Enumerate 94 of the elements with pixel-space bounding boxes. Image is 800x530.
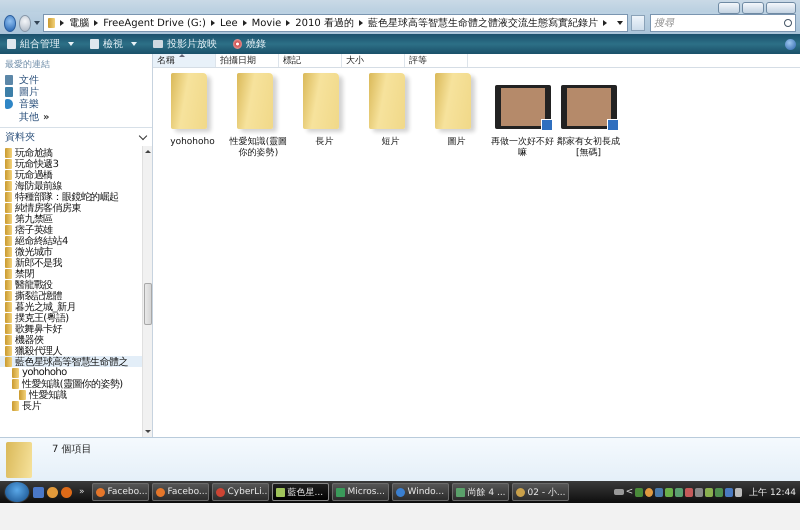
favorite-link[interactable]: 文件: [0, 74, 152, 86]
favorite-link[interactable]: 圖片: [0, 86, 152, 98]
tree-item[interactable]: 痞子英雄: [0, 224, 142, 235]
caret-icon: [68, 42, 74, 46]
tree-item[interactable]: 醫龍戰役: [0, 279, 142, 290]
taskbar-button[interactable]: Facebo...: [92, 483, 149, 501]
tree-item[interactable]: 玩命尬搞: [0, 147, 142, 158]
taskbar-button[interactable]: 藍色星...: [272, 483, 329, 501]
up-arrow-icon[interactable]: [144, 150, 150, 153]
tree-item[interactable]: 性愛知識: [0, 389, 142, 400]
tree-item[interactable]: 新郎不是我: [0, 257, 142, 268]
breadcrumb[interactable]: 藍色星球高等智慧生命體之體液交流生態寫實紀錄片: [368, 16, 598, 30]
breadcrumb[interactable]: Movie: [252, 18, 282, 28]
chevron-icon[interactable]: [286, 20, 290, 26]
video-thumbnail[interactable]: [560, 85, 616, 129]
file-name[interactable]: 圖片: [425, 137, 488, 148]
taskbar-button[interactable]: Facebo...: [152, 483, 209, 501]
tree-item[interactable]: 性愛知識(靈圖你的姿勢): [0, 378, 142, 389]
toolbar-button[interactable]: 投影片放映: [150, 36, 220, 52]
column-header[interactable]: 評等: [405, 54, 468, 67]
section-heading[interactable]: 資料夾: [5, 130, 35, 144]
sort-icon: [179, 54, 185, 57]
chevron-icon[interactable]: [94, 20, 98, 26]
tree-item[interactable]: 絕命終結站4: [0, 235, 142, 246]
tree-item[interactable]: 玩命過橋: [0, 169, 142, 180]
folder-icon: [48, 18, 56, 28]
file-name[interactable]: 短片: [359, 137, 422, 148]
tree-item[interactable]: 玩命快遞3: [0, 158, 142, 169]
taskbar-button[interactable]: 02 - 小...: [512, 483, 569, 501]
folder-icon: [6, 442, 32, 478]
chevron-icon[interactable]: [210, 20, 215, 26]
tree-item[interactable]: 撕裂記憶體: [0, 290, 142, 301]
tree-item[interactable]: 藍色星球高等智慧生命體之: [0, 356, 142, 367]
file-name[interactable]: yohohoho: [161, 137, 224, 148]
scrollbar[interactable]: [142, 146, 152, 437]
tree-item[interactable]: 長片: [0, 400, 142, 411]
column-header[interactable]: 名稱: [153, 54, 216, 67]
more-link[interactable]: 其他: [19, 110, 39, 124]
chevron-icon[interactable]: [60, 20, 64, 26]
tree-item[interactable]: 撲克王(粵語): [0, 312, 142, 323]
file-name[interactable]: 長片: [293, 137, 356, 148]
search-field[interactable]: 搜尋: [650, 14, 796, 32]
chevron-icon[interactable]: [242, 20, 247, 26]
file-name[interactable]: 鄰家有女初長成[無碼]: [557, 137, 620, 159]
caret-icon: [131, 42, 137, 46]
breadcrumb[interactable]: Lee: [220, 18, 238, 28]
column-header[interactable]: 拍攝日期: [216, 54, 279, 67]
taskbar-button[interactable]: Micros...: [332, 483, 389, 501]
expand-tray-button[interactable]: <: [626, 487, 634, 497]
favorite-link[interactable]: 音樂: [0, 98, 152, 110]
tree-item[interactable]: 歌舞鼻卡好: [0, 323, 142, 334]
item-count: 7 個項目: [52, 443, 92, 456]
tree-item[interactable]: 海防最前線: [0, 180, 142, 191]
taskbar-button[interactable]: Windo...: [392, 483, 449, 501]
tree-item[interactable]: 機器俠: [0, 334, 142, 345]
file-name[interactable]: 性愛知識(靈圖你的姿勢): [227, 137, 290, 159]
tree-item[interactable]: 第九禁區: [0, 213, 142, 224]
forward-button[interactable]: [19, 14, 32, 32]
tree-item[interactable]: 純情房客俏房東: [0, 202, 142, 213]
tree-item[interactable]: yohohoho: [0, 367, 142, 378]
tree-item[interactable]: 微光城市: [0, 246, 142, 257]
address-bar[interactable]: 電腦 FreeAgent Drive (G:) Lee Movie 2010 看過的 藍色星球高等智慧生命體之體液交流生態寫實紀錄片: [43, 14, 628, 32]
tree-item[interactable]: 暮光之城_新月: [0, 301, 142, 312]
breadcrumb[interactable]: FreeAgent Drive (G:): [103, 18, 206, 28]
file-name[interactable]: 再做一次好不好嘛: [491, 137, 554, 159]
chevrons-icon[interactable]: »: [43, 112, 50, 122]
maximize-button[interactable]: [742, 2, 764, 14]
tree-item[interactable]: 獵殺代理人: [0, 345, 142, 356]
close-button[interactable]: [766, 2, 796, 14]
taskbar-button[interactable]: CyberLi...: [212, 483, 269, 501]
dropdown-icon[interactable]: [616, 21, 623, 25]
minimize-button[interactable]: [718, 2, 740, 14]
column-header[interactable]: 大小: [342, 54, 405, 67]
scroll-thumb[interactable]: [144, 283, 152, 325]
overflow-button[interactable]: »: [79, 487, 85, 497]
disc-icon: [233, 39, 242, 49]
column-header[interactable]: 標記: [279, 54, 342, 67]
toolbar-button[interactable]: 檢視: [87, 36, 140, 52]
down-arrow-icon[interactable]: [144, 430, 150, 433]
tree-item[interactable]: 特種部隊：眼鏡蛇的崛起: [0, 191, 142, 202]
breadcrumb[interactable]: 電腦: [69, 16, 90, 30]
back-button[interactable]: [4, 14, 16, 32]
start-button[interactable]: [4, 481, 30, 503]
chevron-icon[interactable]: [602, 20, 607, 26]
toolbar-button[interactable]: 組合管理: [4, 36, 77, 52]
clock[interactable]: 上午 12:44: [749, 486, 796, 498]
tree-item[interactable]: 禁閉: [0, 268, 142, 279]
toolbar-button[interactable]: 燒錄: [230, 36, 269, 52]
video-thumbnail[interactable]: [494, 85, 550, 129]
chevron-icon[interactable]: [358, 20, 363, 26]
section-heading: 最愛的連結: [4, 58, 51, 72]
search-icon: [784, 19, 792, 27]
breadcrumb[interactable]: 2010 看過的: [295, 16, 354, 30]
taskbar-button[interactable]: 尚餘 4 ...: [452, 483, 509, 501]
